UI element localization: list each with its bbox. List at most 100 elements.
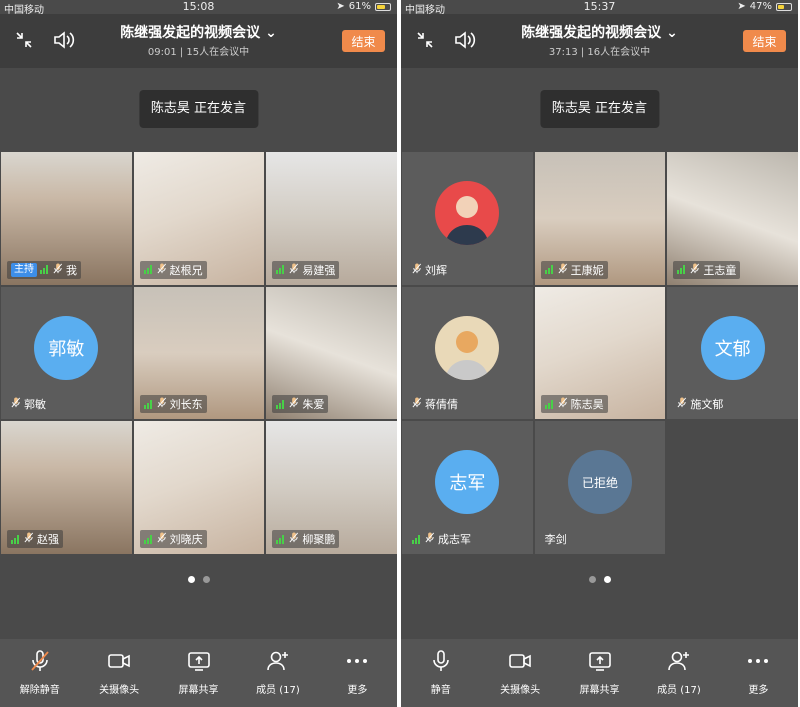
toolbar-label: 静音 (430, 685, 451, 696)
toolbar-button[interactable]: 屏幕共享 (159, 639, 238, 707)
participant-name-tag: 施文郁 (673, 395, 727, 413)
meeting-title[interactable]: 陈继强发起的视频会议 ⌄ (401, 22, 798, 42)
participant-name-tag: 刘晓庆 (139, 530, 207, 548)
meeting-screen-left: 中国移动 15:08 ➤ 61% 陈继强发起的视频会议 ⌄ 09:01 | 15人在会议中… (0, 0, 397, 707)
signal-icon (143, 534, 154, 544)
participant-tile[interactable]: 陈志昊 (534, 286, 666, 420)
more-icon (345, 650, 369, 676)
toolbar-label: 更多 (347, 685, 368, 696)
video-grid: 主持我赵根兄 易建强郭敏 郭敏 刘长东朱爱赵强 刘晓庆 柳聚鹏 (1, 152, 397, 554)
participant-tile[interactable]: 刘辉 (402, 152, 533, 285)
mic-muted-icon (24, 532, 34, 546)
page-indicator[interactable] (0, 576, 397, 583)
participant-name: 赵强 (37, 533, 59, 546)
participant-name: 成志军 (438, 533, 471, 546)
page-indicator[interactable] (401, 576, 798, 583)
participant-name: 李剑 (544, 533, 567, 546)
participant-tile[interactable]: 朱爱 (266, 286, 397, 420)
mic-icon (429, 650, 453, 676)
participant-name-tag: 朱爱 (272, 395, 329, 414)
status-bar: 中国移动 15:08 ➤ 61% (0, 0, 397, 16)
battery-percent: 47% (749, 1, 772, 12)
meeting-toolbar: 解除静音 关摄像头 屏幕共享 成员 (17) 更多 (0, 639, 397, 707)
signal-icon (544, 399, 555, 409)
signal-icon (276, 399, 286, 409)
toolbar-label: 关摄像头 (99, 685, 140, 696)
participant-tile[interactable]: 文郁施文郁 (667, 286, 798, 420)
participant-name: 朱爱 (302, 398, 325, 412)
participant-tile[interactable]: 刘长东 (133, 286, 265, 420)
battery-icon (375, 2, 391, 11)
toolbar-button[interactable]: 成员 (17) (238, 639, 317, 707)
participant-tile[interactable]: 易建强 (266, 152, 397, 285)
speaking-indicator: 陈志昊 正在发言 (138, 90, 259, 128)
meeting-subtitle: 09:01 | 15人在会议中 (147, 47, 250, 58)
avatar: 志军 (435, 450, 500, 515)
toolbar-label: 更多 (748, 685, 769, 696)
speaking-indicator: 陈志昊 正在发言 (539, 90, 660, 128)
end-meeting-button[interactable]: 结束 (743, 30, 786, 52)
mic-muted-icon (412, 397, 422, 411)
avatar-icon (445, 330, 490, 380)
participant-tile[interactable]: 王志童 (667, 152, 798, 285)
page-dot[interactable] (202, 576, 210, 583)
participant-name-tag: 成志军 (408, 530, 475, 548)
avatar: 已拒绝 (567, 450, 632, 515)
participant-tile[interactable]: 赵根兄 (133, 152, 265, 285)
participant-tile[interactable]: 赵强 (1, 421, 132, 554)
toolbar-label: 屏幕共享 (178, 685, 219, 696)
mic-muted-icon (690, 263, 700, 277)
meeting-title[interactable]: 陈继强发起的视频会议 ⌄ (0, 22, 397, 42)
screen-share-icon (588, 650, 612, 676)
participant-name-tag: 李剑 (541, 530, 571, 548)
participant-tile[interactable]: 郭敏 郭敏 (1, 286, 132, 420)
participant-name: 王志童 (703, 263, 737, 277)
toolbar-button[interactable]: 更多 (719, 639, 798, 707)
toolbar-button[interactable]: 关摄像头 (79, 639, 158, 707)
signal-icon (11, 534, 21, 544)
participant-tile[interactable]: 已拒绝李剑 (534, 421, 666, 554)
page-dot[interactable] (603, 576, 611, 583)
toolbar-label: 关摄像头 (500, 685, 541, 696)
page-dot[interactable] (187, 576, 195, 583)
meeting-toolbar: 静音 关摄像头 屏幕共享 成员 (17) 更多 (401, 639, 798, 707)
participant-name-tag: 刘辉 (408, 261, 451, 279)
add-member-icon (667, 650, 691, 676)
battery-fill (778, 4, 785, 9)
status-bar: 中国移动 15:37 ➤ 47% (401, 0, 798, 16)
signal-icon (143, 399, 154, 409)
participant-name-tag: 柳聚鹏 (272, 530, 340, 548)
participant-tile[interactable]: 志军 成志军 (402, 421, 533, 554)
participant-tile[interactable]: 柳聚鹏 (266, 421, 397, 554)
chevron-down-icon: ⌄ (666, 25, 678, 41)
signal-icon (677, 265, 687, 275)
participant-name: 施文郁 (690, 398, 724, 412)
end-meeting-button[interactable]: 结束 (342, 30, 385, 52)
participant-name-tag: 赵强 (7, 530, 63, 548)
mic-muted-icon (558, 263, 568, 277)
avatar: 文郁 (700, 315, 765, 380)
toolbar-label: 解除静音 (19, 685, 60, 696)
meeting-screen-right: 中国移动 15:37 ➤ 47% 陈继强发起的视频会议 ⌄ 37:13 | 16人在会议中… (401, 0, 798, 707)
toolbar-button[interactable]: 更多 (318, 639, 397, 707)
toolbar-button[interactable]: 解除静音 (0, 639, 79, 707)
toolbar-button[interactable]: 关摄像头 (480, 639, 559, 707)
signal-icon (544, 265, 555, 275)
participant-tile[interactable]: 王康妮 (534, 152, 666, 285)
camera-icon (107, 650, 131, 676)
more-icon (746, 650, 770, 676)
page-dot[interactable] (588, 576, 596, 583)
participant-tile[interactable]: 刘晓庆 (133, 421, 265, 554)
battery-percent: 61% (348, 1, 371, 12)
participant-tile[interactable]: 主持 我 (1, 152, 132, 285)
toolbar-button[interactable]: 静音 (401, 639, 480, 707)
signal-icon (276, 534, 286, 544)
participant-tile[interactable]: 蒋倩倩 (402, 286, 533, 420)
battery-fill (377, 4, 385, 9)
toolbar-button[interactable]: 屏幕共享 (560, 639, 639, 707)
toolbar-button[interactable]: 成员 (17) (639, 639, 718, 707)
participant-name: 易建强 (302, 263, 336, 277)
signal-icon (276, 265, 286, 275)
participant-name-tag: 蒋倩倩 (408, 395, 462, 413)
participant-name-tag: 赵根兄 (139, 260, 207, 279)
